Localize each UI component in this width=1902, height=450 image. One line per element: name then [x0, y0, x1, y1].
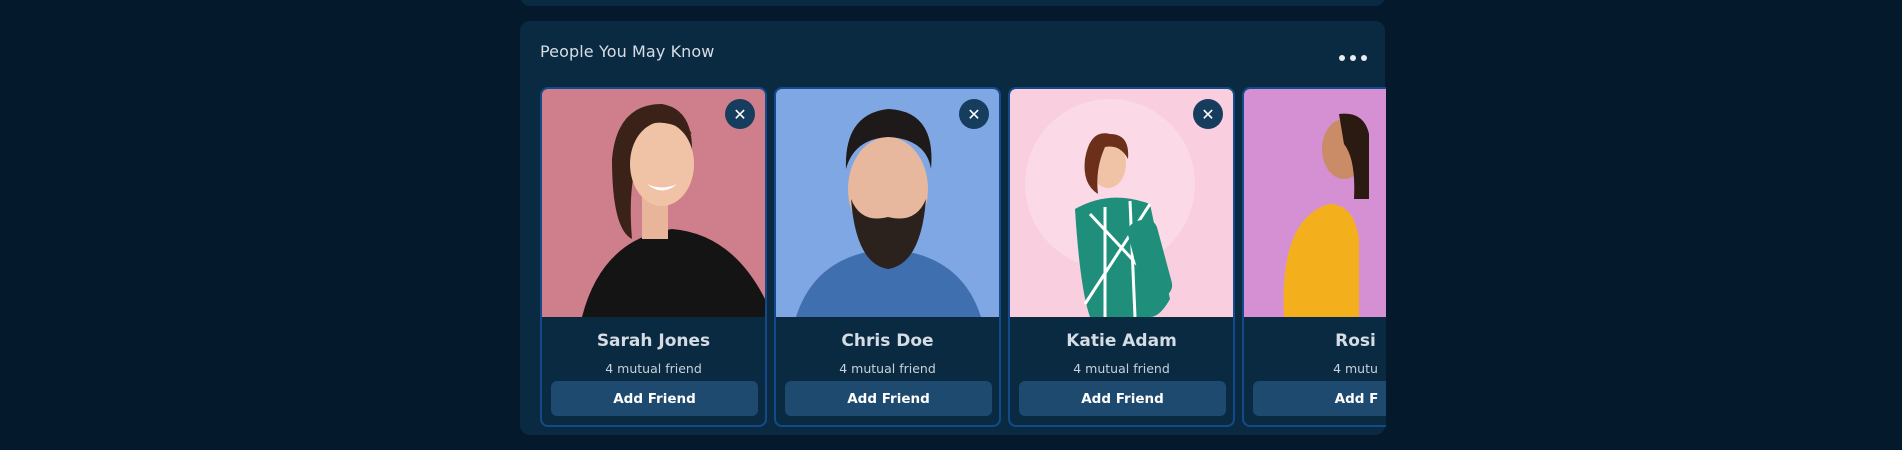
suggestion-card: ✕ Katie Adam 4 mutual friend Add Friend [1008, 87, 1235, 427]
suggestion-name[interactable]: Sarah Jones [542, 331, 765, 351]
mutual-friend-count: 4 mutu [1333, 361, 1378, 376]
suggestions-carousel[interactable]: ✕ Sarah Jones 4 mutual friend Add Friend [540, 87, 1386, 427]
add-friend-button[interactable]: Add Friend [551, 381, 758, 416]
add-friend-button[interactable]: Add F [1253, 381, 1386, 416]
more-dot [1350, 55, 1356, 61]
previous-panel-edge [520, 0, 1385, 6]
add-friend-button[interactable]: Add Friend [1019, 381, 1226, 416]
more-dot [1339, 55, 1345, 61]
dismiss-icon[interactable]: ✕ [725, 99, 755, 129]
more-options-icon[interactable] [1339, 49, 1367, 67]
mutual-friend-count: 4 mutual friend [1073, 361, 1170, 376]
more-dot [1361, 55, 1367, 61]
suggestion-card: ✕ Sarah Jones 4 mutual friend Add Friend [540, 87, 767, 427]
profile-photo[interactable] [1244, 89, 1386, 317]
mutual-friend-count: 4 mutual friend [839, 361, 936, 376]
suggestion-card: Rosi 4 mutu Add F [1242, 87, 1386, 427]
dismiss-icon[interactable]: ✕ [959, 99, 989, 129]
add-friend-button[interactable]: Add Friend [785, 381, 992, 416]
panel-title: People You May Know [540, 42, 715, 61]
mutual-friend-count: 4 mutual friend [605, 361, 702, 376]
suggestion-name[interactable]: Chris Doe [776, 331, 999, 351]
dismiss-icon[interactable]: ✕ [1193, 99, 1223, 129]
people-you-may-know-panel: People You May Know ✕ Sarah Jones 4 mutu… [520, 21, 1386, 435]
suggestion-name[interactable]: Rosi [1244, 331, 1386, 351]
suggestion-name[interactable]: Katie Adam [1010, 331, 1233, 351]
suggestion-card: ✕ Chris Doe 4 mutual friend Add Friend [774, 87, 1001, 427]
